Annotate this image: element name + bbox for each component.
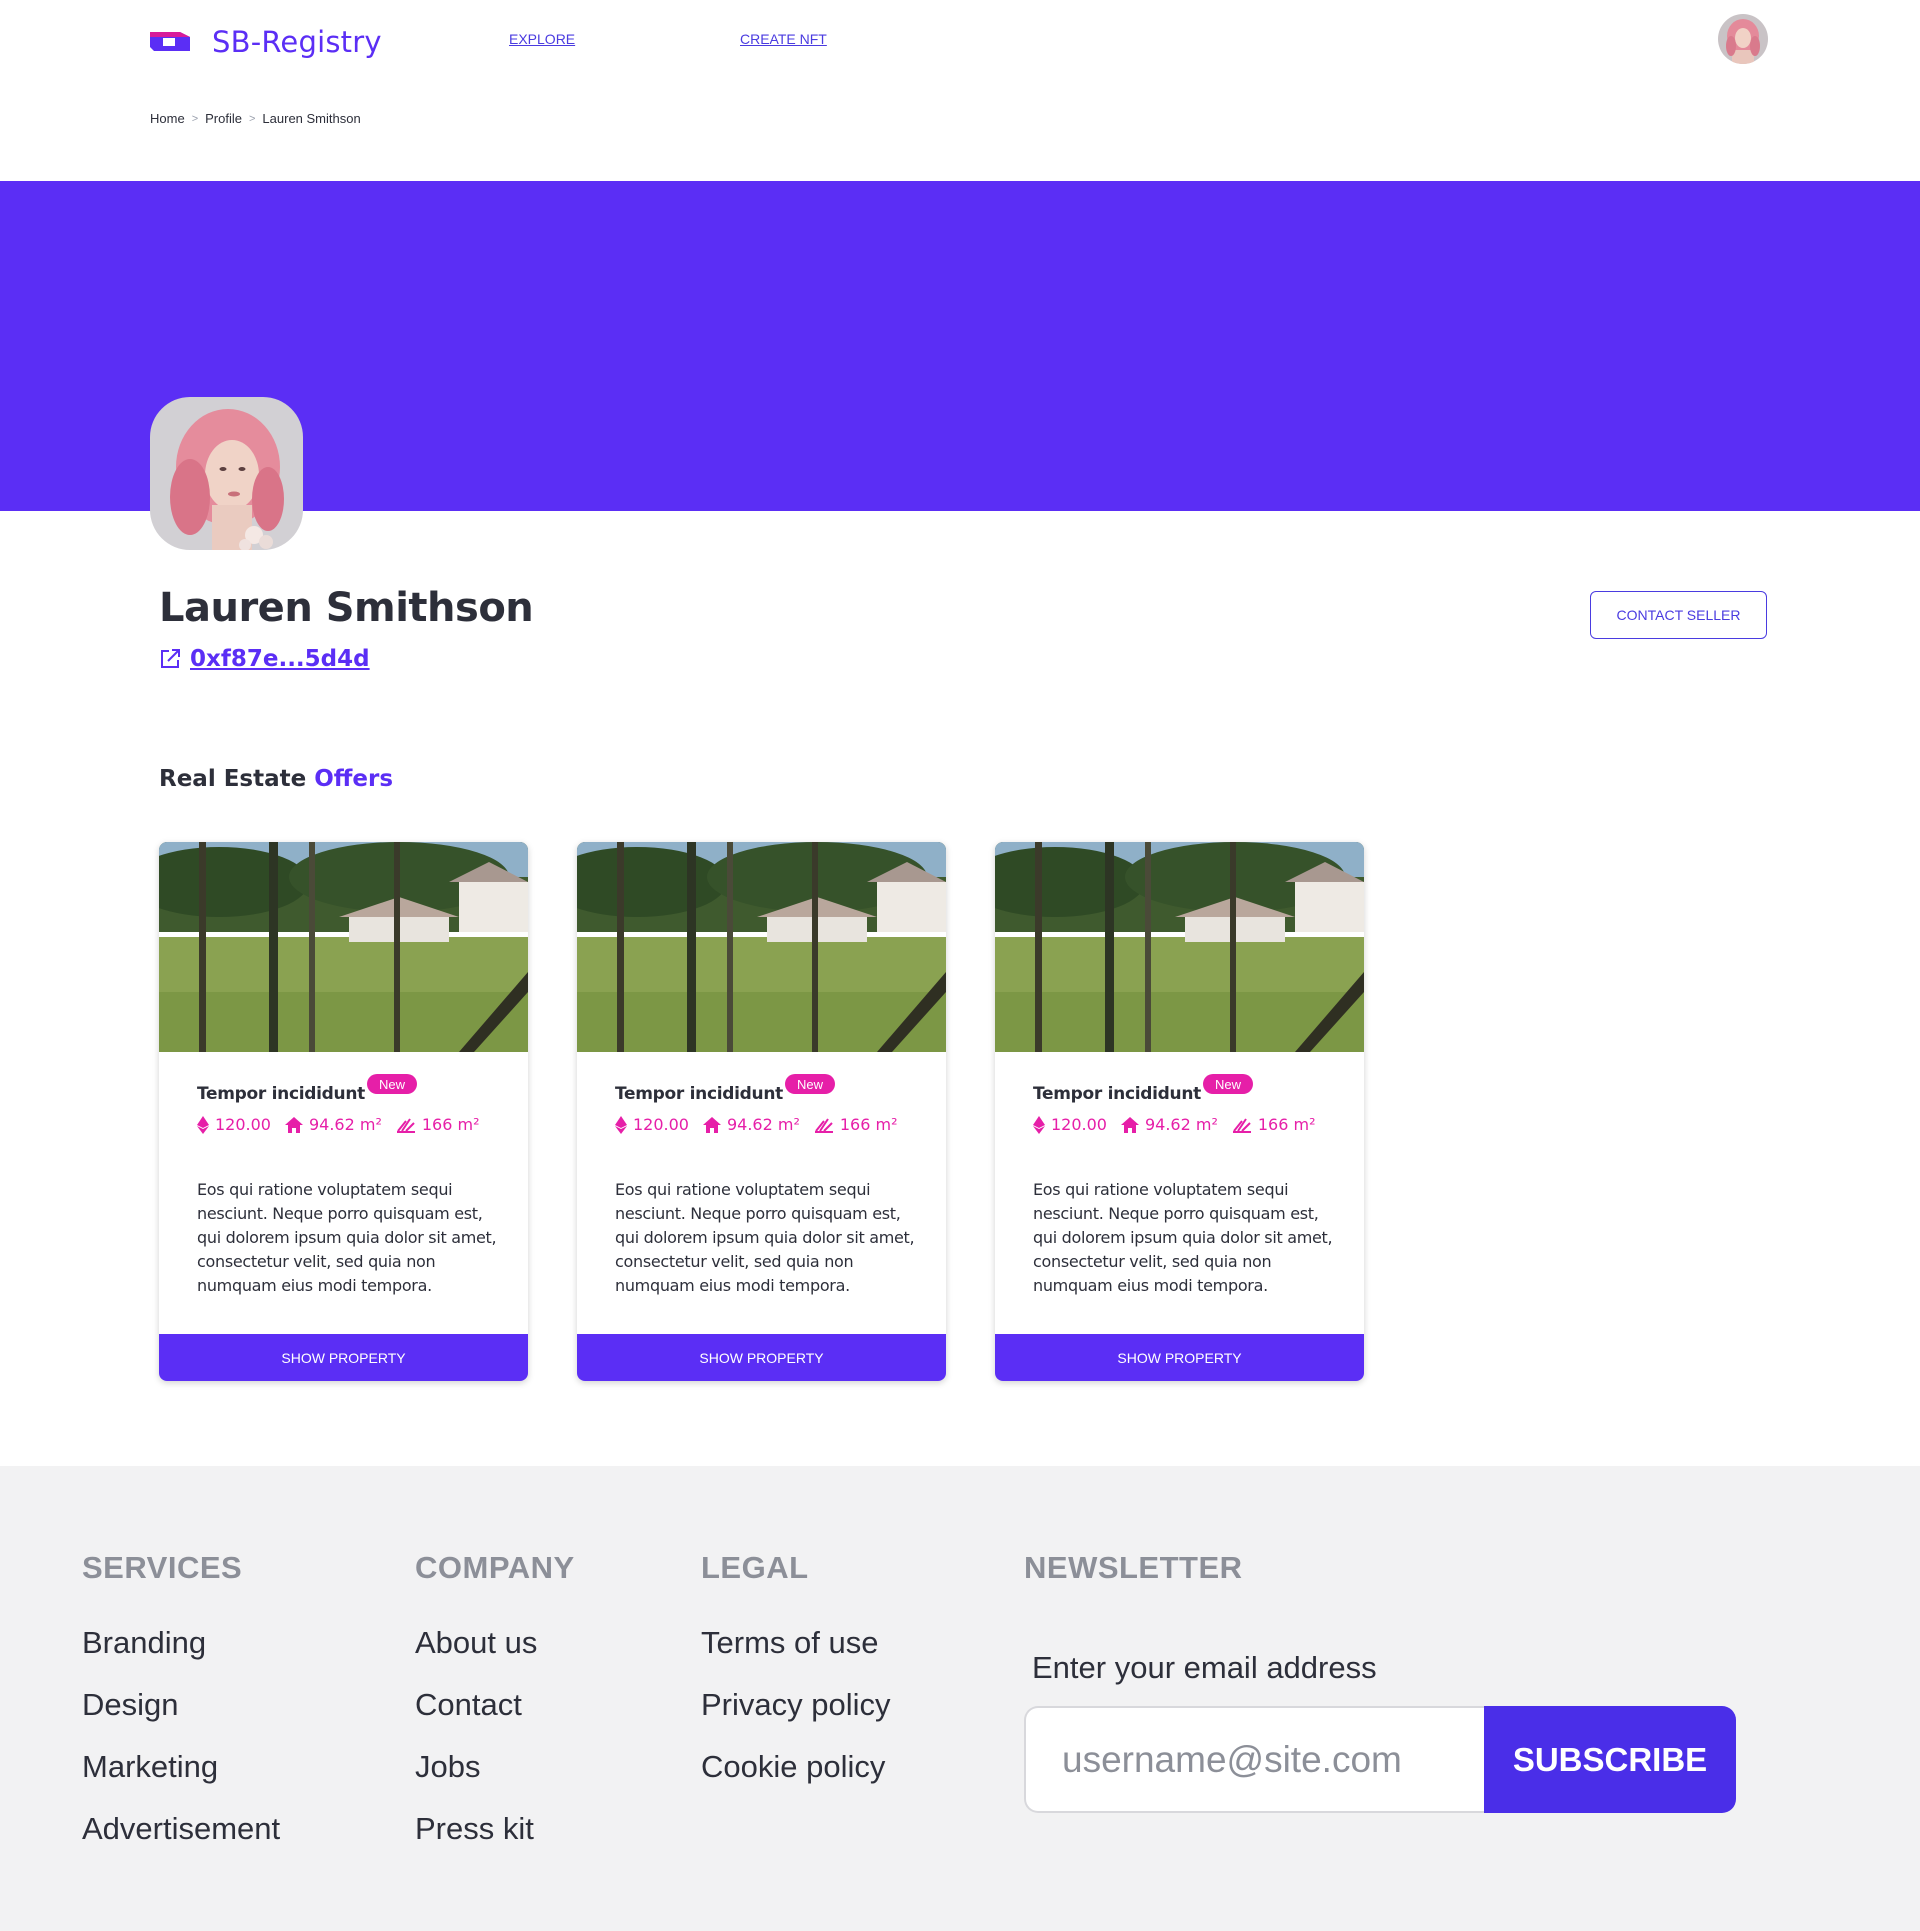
footer-link-privacy[interactable]: Privacy policy (701, 1686, 891, 1748)
property-stats: 120.00 94.62 m² 166 m² (615, 1115, 912, 1134)
area-stat: 94.62 m² (284, 1115, 382, 1134)
land-value: 166 m² (421, 1115, 480, 1134)
footer-heading: SERVICES (82, 1550, 243, 1585)
land-stat: 166 m² (396, 1115, 480, 1134)
land-value: 166 m² (1257, 1115, 1316, 1134)
property-image (577, 842, 946, 1052)
footer-link-advertisement[interactable]: Advertisement (82, 1810, 280, 1872)
breadcrumb-profile[interactable]: Profile (205, 111, 242, 126)
profile-avatar (150, 397, 303, 550)
footer-link-about[interactable]: About us (415, 1624, 575, 1686)
footer-link-terms[interactable]: Terms of use (701, 1624, 891, 1686)
footer-legal: LEGAL Terms of use Privacy policy Cookie… (701, 1550, 891, 1810)
footer-heading: COMPANY (415, 1550, 575, 1585)
land-stat: 166 m² (1232, 1115, 1316, 1134)
land-icon (1232, 1117, 1251, 1133)
property-description: Eos qui ratione voluptatem sequi nesciun… (1033, 1180, 1333, 1295)
wallet-address: 0xf87e...5d4d (158, 646, 370, 672)
ethereum-icon (197, 1115, 209, 1134)
nav-create-nft-link[interactable]: CREATE NFT (740, 31, 827, 47)
price-value: 120.00 (633, 1115, 689, 1134)
show-property-button[interactable]: SHOW PROPERTY (995, 1334, 1364, 1381)
area-stat: 94.62 m² (702, 1115, 800, 1134)
contact-seller-button[interactable]: CONTACT SELLER (1590, 591, 1767, 639)
land-stat: 166 m² (814, 1115, 898, 1134)
property-title: Tempor incididunt (615, 1084, 783, 1104)
user-avatar[interactable] (1718, 14, 1768, 64)
footer-link-jobs[interactable]: Jobs (415, 1748, 575, 1810)
property-stats: 120.00 94.62 m² 166 m² (1033, 1115, 1330, 1134)
nav-explore-link[interactable]: EXPLORE (509, 31, 575, 47)
price-stat: 120.00 (1033, 1115, 1107, 1134)
house-icon (1120, 1116, 1139, 1133)
property-card: Tempor incididunt New 120.00 94.62 m² 16… (577, 842, 946, 1381)
section-title: Real Estate Offers (159, 766, 393, 792)
breadcrumb-home[interactable]: Home (150, 111, 185, 126)
property-description: Eos qui ratione voluptatem sequi nesciun… (197, 1180, 497, 1295)
land-icon (396, 1117, 415, 1133)
house-icon (284, 1116, 303, 1133)
footer-heading: LEGAL (701, 1550, 809, 1585)
footer-link-marketing[interactable]: Marketing (82, 1748, 280, 1810)
brand-logo-icon (150, 32, 190, 51)
property-description: Eos qui ratione voluptatem sequi nesciun… (615, 1180, 915, 1295)
breadcrumb-separator: > (248, 112, 256, 125)
ethereum-icon (615, 1115, 627, 1134)
newsletter-email-input[interactable] (1024, 1706, 1484, 1813)
site-footer: SERVICES Branding Design Marketing Adver… (0, 1466, 1920, 1931)
property-card: Tempor incididunt New 120.00 94.62 m² 16… (159, 842, 528, 1381)
breadcrumb: Home > Profile > Lauren Smithson (150, 111, 361, 126)
new-badge: New (1203, 1074, 1254, 1094)
profile-name: Lauren Smithson (159, 585, 534, 631)
land-icon (814, 1117, 833, 1133)
price-stat: 120.00 (197, 1115, 271, 1134)
new-badge: New (367, 1074, 418, 1094)
land-value: 166 m² (839, 1115, 898, 1134)
section-title-main: Real Estate (159, 766, 307, 792)
area-stat: 94.62 m² (1120, 1115, 1218, 1134)
newsletter-label: Enter your email address (1032, 1650, 1377, 1685)
breadcrumb-current: Lauren Smithson (262, 111, 361, 126)
subscribe-button[interactable]: SUBSCRIBE (1484, 1706, 1736, 1813)
area-value: 94.62 m² (1144, 1115, 1218, 1134)
wallet-address-link[interactable]: 0xf87e...5d4d (190, 646, 370, 672)
brand-name: SB-Registry (212, 25, 382, 59)
property-title: Tempor incididunt (1033, 1084, 1201, 1104)
property-card: Tempor incididunt New 120.00 94.62 m² 16… (995, 842, 1364, 1381)
property-title: Tempor incididunt (197, 1084, 365, 1104)
brand-logo[interactable]: SB-Registry (150, 25, 382, 59)
area-value: 94.62 m² (726, 1115, 800, 1134)
house-icon (702, 1116, 721, 1133)
area-value: 94.62 m² (308, 1115, 382, 1134)
newsletter-form: SUBSCRIBE (1024, 1706, 1736, 1813)
price-value: 120.00 (215, 1115, 271, 1134)
site-header: SB-Registry EXPLORE CREATE NFT (0, 0, 1920, 80)
price-value: 120.00 (1051, 1115, 1107, 1134)
footer-link-branding[interactable]: Branding (82, 1624, 280, 1686)
property-image (995, 842, 1364, 1052)
section-title-accent: Offers (314, 766, 394, 792)
footer-link-cookie[interactable]: Cookie policy (701, 1748, 891, 1810)
property-stats: 120.00 94.62 m² 166 m² (197, 1115, 494, 1134)
footer-company: COMPANY About us Contact Jobs Press kit (415, 1550, 575, 1872)
footer-services: SERVICES Branding Design Marketing Adver… (82, 1550, 280, 1872)
price-stat: 120.00 (615, 1115, 689, 1134)
show-property-button[interactable]: SHOW PROPERTY (159, 1334, 528, 1381)
ethereum-icon (1033, 1115, 1045, 1134)
property-image (159, 842, 528, 1052)
breadcrumb-separator: > (191, 112, 199, 125)
footer-link-press-kit[interactable]: Press kit (415, 1810, 575, 1872)
footer-link-contact[interactable]: Contact (415, 1686, 575, 1748)
footer-heading: NEWSLETTER (1024, 1550, 1243, 1585)
footer-newsletter: NEWSLETTER Enter your email address SUBS… (1024, 1550, 1736, 1813)
show-property-button[interactable]: SHOW PROPERTY (577, 1334, 946, 1381)
new-badge: New (785, 1074, 836, 1094)
footer-link-design[interactable]: Design (82, 1686, 280, 1748)
external-link-icon (161, 649, 180, 668)
